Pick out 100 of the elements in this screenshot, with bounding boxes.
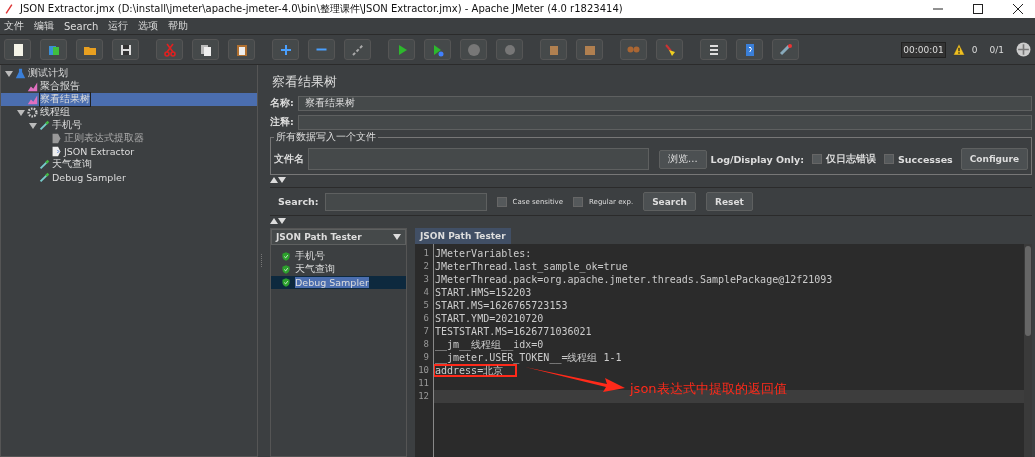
shutdown-icon [502,42,517,57]
shield-check-icon [281,277,291,288]
sample-item[interactable]: 手机号 [271,250,406,263]
document-icon [51,133,62,144]
filename-field[interactable] [308,148,650,170]
close-icon [1013,4,1023,14]
menu-item[interactable]: Search [64,20,99,32]
tree-item[interactable]: 聚合报告 [1,80,257,93]
menu-item[interactable]: 运行 [108,19,129,33]
warning-icon [951,43,966,56]
name-field[interactable]: 察看结果树 [297,95,1032,111]
file-label: 文件名 [274,152,304,166]
name-label: 名称: [270,96,294,110]
scrollbar-thumb[interactable] [1025,246,1031,336]
checkbox[interactable] [496,196,507,207]
tree-item[interactable]: 天气查询 [1,158,257,171]
shield-check-icon [281,251,291,262]
stop-icon [466,42,481,57]
tree-item[interactable]: 察看结果树 [1,93,257,106]
toolbar-button[interactable] [700,39,727,60]
line-number: 4 [422,286,430,299]
menu-item[interactable]: 帮助 [168,19,189,33]
minimize-icon [933,8,943,10]
window-title: JSON Extractor.jmx (D:\install\jmeter\apache-jmeter-4.0\bin\整理课件\JSON Extractor.jmx) - Apache JMeter (4.0 r1823414) [20,2,624,16]
sample-item[interactable]: 天气查询 [271,263,406,276]
toolbar-button[interactable] [112,39,139,60]
feather-icon [4,3,14,15]
tree-item[interactable]: Debug Sampler [1,171,257,184]
search-field[interactable] [324,192,487,211]
scissors-icon [162,42,177,57]
line-number: 5 [422,299,430,312]
warning-count: 0 [971,44,978,55]
expand-arrow-icon[interactable] [5,69,13,78]
expand-arrow-icon[interactable] [17,108,25,117]
maximize-icon [973,4,983,14]
minus-icon [316,48,327,51]
toggle-icon [350,42,365,57]
line-number: 8 [422,338,430,351]
line-number: 7 [422,325,430,338]
dropdown-arrow-icon[interactable] [393,234,401,240]
line-number: 6 [422,312,430,325]
line-number: 11 [417,377,430,390]
remote-icon [778,42,793,57]
collapse-arrows-icon[interactable] [270,218,286,224]
toolbar-button[interactable] [228,39,255,60]
panel-title: 察看结果树 [271,73,338,91]
sample-item[interactable]: Debug Sampler [271,276,406,289]
search-button[interactable]: Search [643,192,696,211]
flask-icon [15,68,26,79]
binoculars-icon [627,46,640,53]
line-number: 9 [422,351,430,364]
pipette-icon [39,172,50,183]
browse-button[interactable]: 浏览... [659,149,707,169]
gear-icon [27,107,38,118]
pipette-icon [39,120,50,131]
configure-button[interactable]: Configure [960,148,1028,170]
comment-label: 注释: [270,115,294,129]
globe-icon [1016,42,1031,57]
document-icon [51,146,62,157]
checkbox-label: Successes [898,153,953,165]
collapse-arrows-icon[interactable] [270,177,286,183]
toolbar-button[interactable] [76,39,103,60]
checkbox-label: 仅日志错误 [826,152,876,166]
checkbox[interactable] [884,154,894,164]
search-label: Search: [278,196,319,207]
tree-item[interactable]: 手机号 [1,119,257,132]
menu-item[interactable]: 编辑 [34,19,54,33]
log-display-label: Log/Display Only: [710,153,804,165]
tree-item[interactable]: 正则表达式提取器 [1,132,257,145]
toolbar-button[interactable] [192,39,219,60]
checkbox[interactable] [812,154,822,164]
toolbar-button[interactable] [656,39,683,60]
line-number: 2 [422,260,430,273]
tree-item[interactable]: 测试计划 [1,67,257,80]
broom-icon [662,42,677,57]
thread-count: 0/1 [989,44,1004,55]
search-button[interactable]: Reset [706,192,753,211]
tree-item[interactable]: 线程组 [1,106,257,119]
shield-check-icon [281,264,291,275]
comment-field[interactable] [297,114,1032,130]
clipboard-icon [234,42,249,57]
view-tab[interactable]: JSON Path Tester [415,228,511,244]
group-legend: 所有数据写入一个文件 [274,131,378,144]
line-number: 12 [417,390,430,403]
tree-item[interactable]: JSON Extractor [1,145,257,158]
copy-icon [198,42,213,57]
checkbox[interactable] [573,196,584,207]
expand-arrow-icon[interactable] [29,121,37,130]
line-number: 10 [417,364,430,377]
chart-icon [27,94,38,105]
menu-item[interactable]: 文件 [4,19,24,33]
elapsed-timer: 00:00:01 [901,41,946,58]
toolbar-button[interactable] [4,39,31,60]
line-number: 3 [422,273,430,286]
annotation-text: json表达式中提取的返回值 [630,380,787,398]
renderer-select[interactable]: JSON Path Tester [271,229,406,245]
splitter-grip-icon[interactable] [260,254,263,268]
line-number: 1 [422,247,430,260]
menu-item[interactable]: 选项 [138,19,159,33]
plus-icon [278,42,293,57]
